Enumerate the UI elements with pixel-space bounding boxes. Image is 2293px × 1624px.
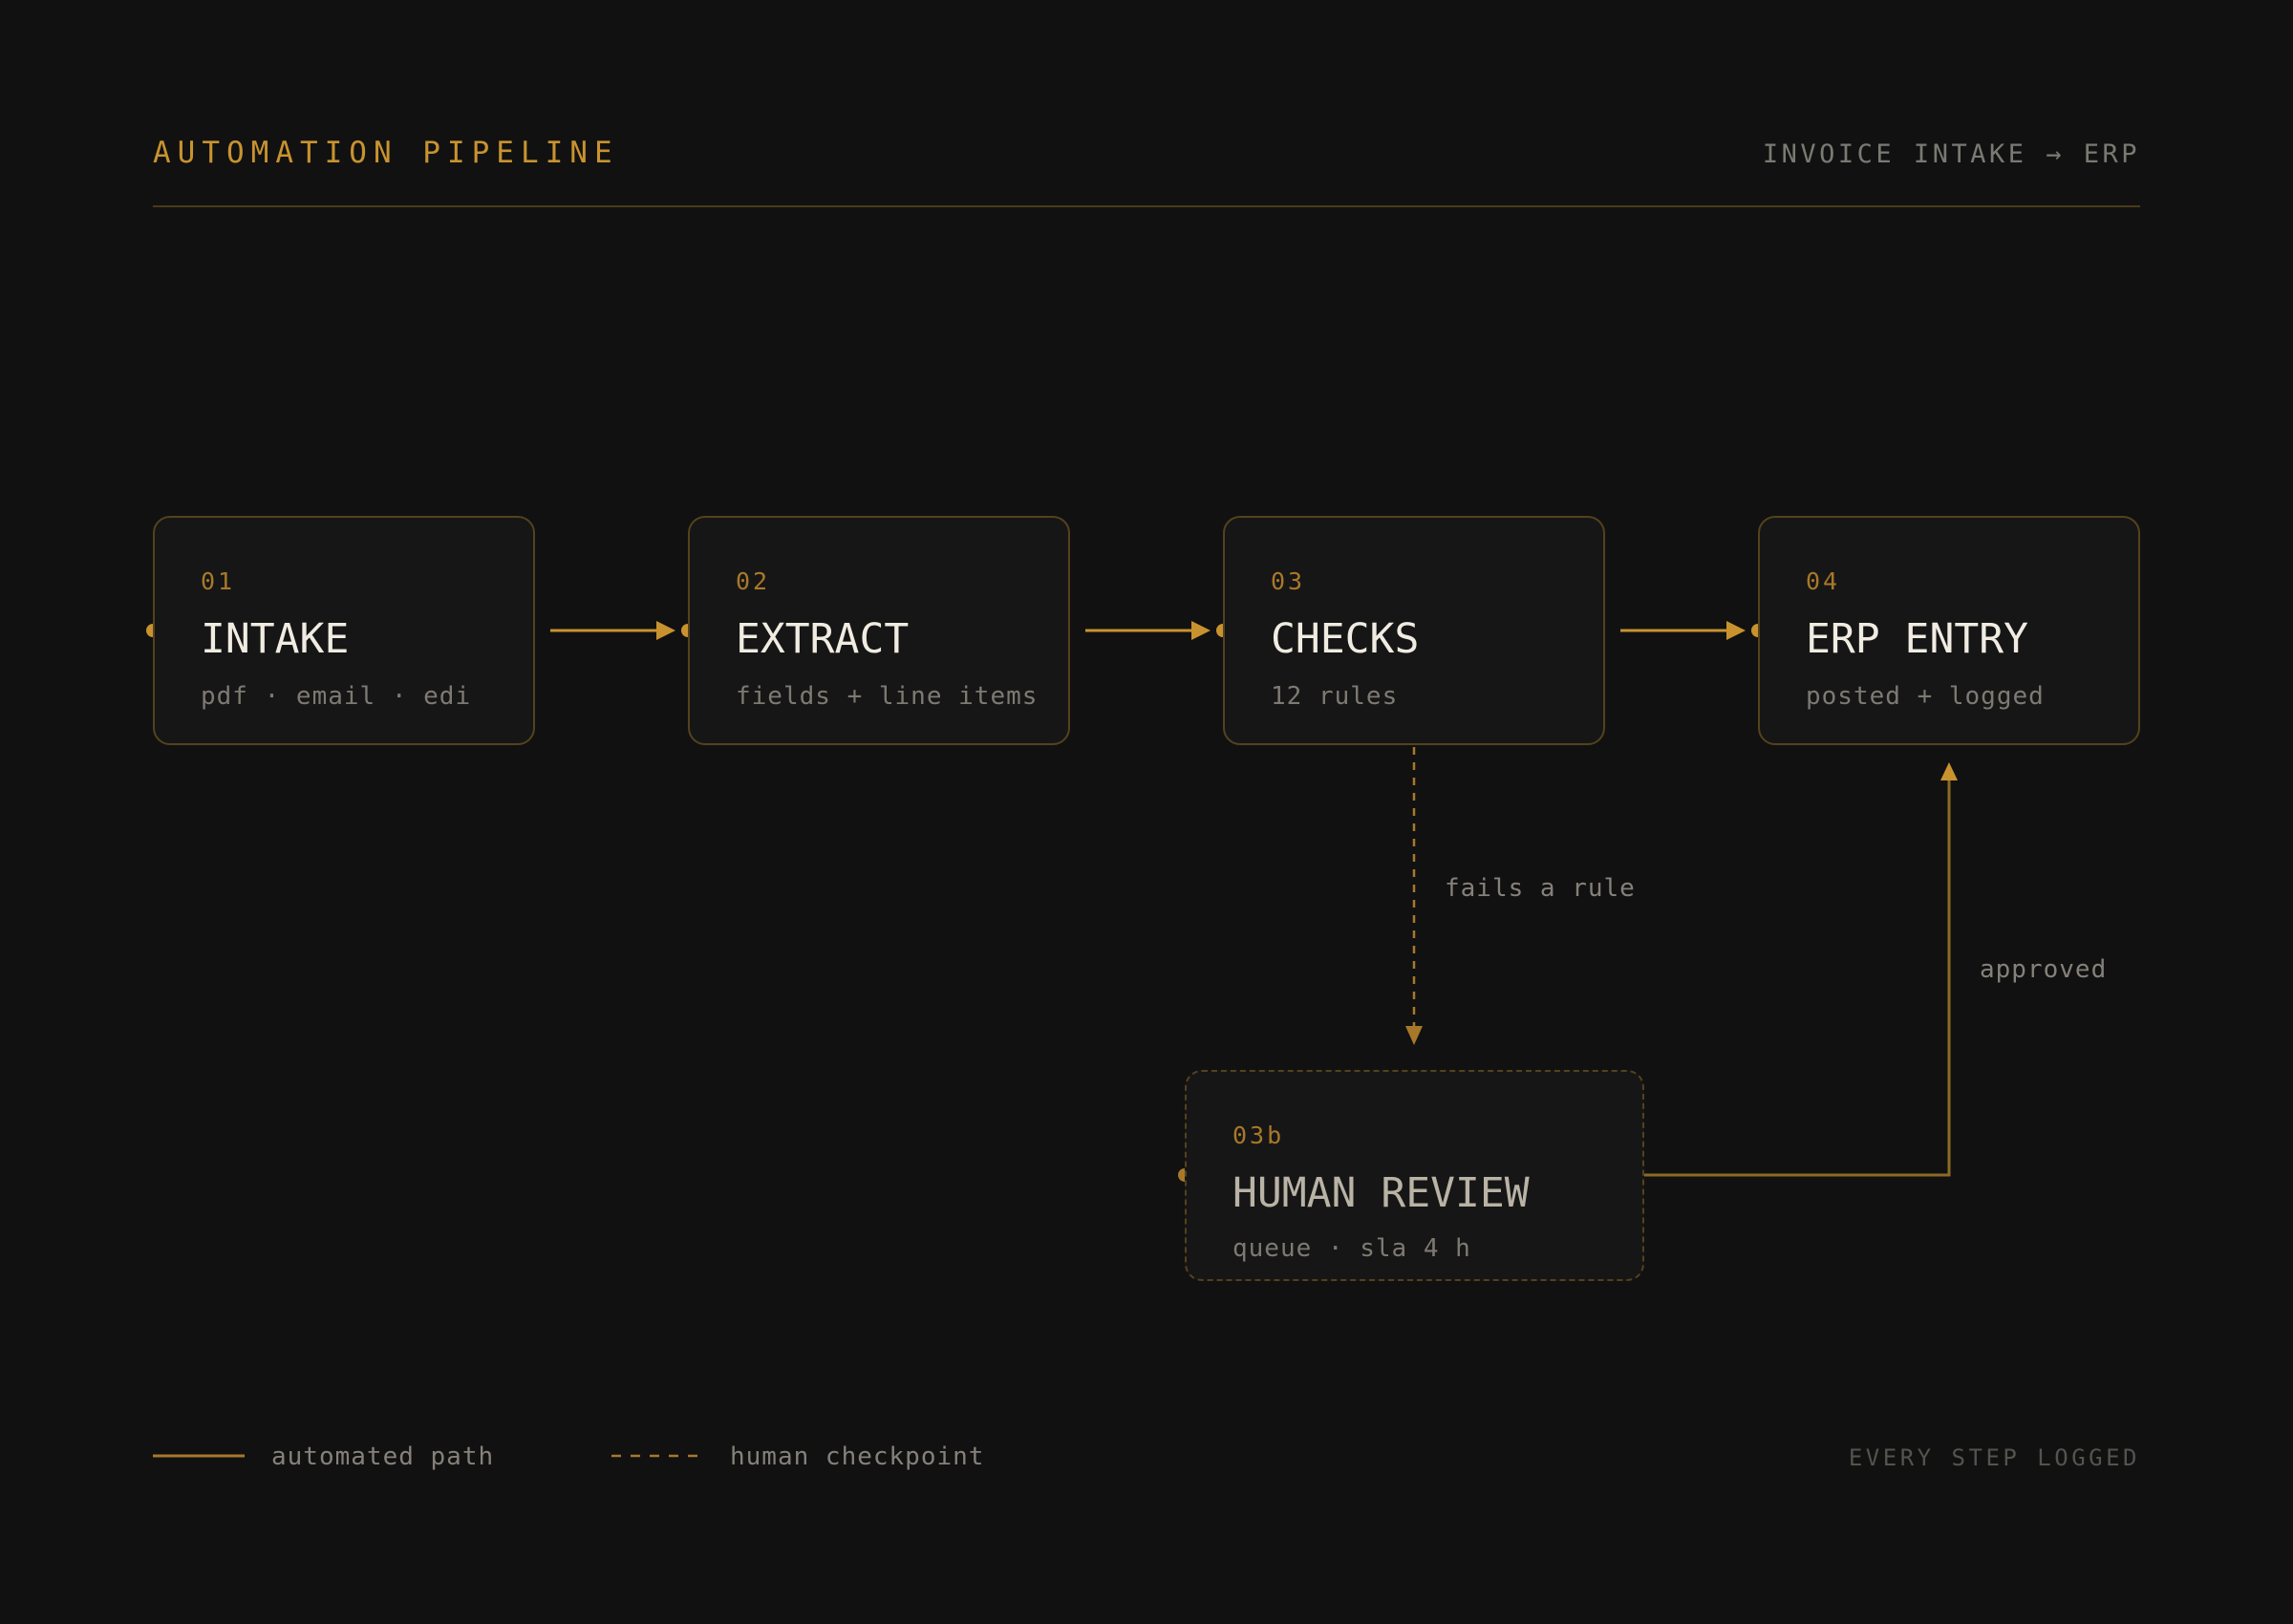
node-number: 01 xyxy=(201,567,236,595)
edge-review-to-erp xyxy=(1644,762,1958,1177)
edge-checks-to-review xyxy=(1405,747,1423,1045)
node-title: EXTRACT xyxy=(736,615,910,663)
node-title: HUMAN REVIEW xyxy=(1232,1169,1530,1217)
legend-automated-path: automated path xyxy=(271,1442,495,1471)
node-description: posted + logged xyxy=(1806,682,2045,711)
edge-extract-to-checks xyxy=(1085,621,1211,640)
node-erp-entry[interactable]: 04 ERP ENTRY posted + logged xyxy=(1758,516,2140,745)
node-description: fields + line items xyxy=(736,682,1039,711)
node-human-review[interactable]: 03b HUMAN REVIEW queue · sla 4 h xyxy=(1185,1070,1644,1281)
node-number: 03 xyxy=(1271,567,1306,595)
node-extract[interactable]: 02 EXTRACT fields + line items xyxy=(688,516,1070,745)
node-number: 02 xyxy=(736,567,771,595)
node-checks[interactable]: 03 CHECKS 12 rules xyxy=(1223,516,1605,745)
edge-label-approved: approved xyxy=(1980,955,2108,984)
node-title: ERP ENTRY xyxy=(1806,615,2028,663)
node-number: 03b xyxy=(1232,1122,1285,1149)
node-title: CHECKS xyxy=(1271,615,1420,663)
edge-label-fails-a-rule: fails a rule xyxy=(1445,874,1636,903)
node-description: 12 rules xyxy=(1271,682,1399,711)
node-number: 04 xyxy=(1806,567,1841,595)
pipeline-diagram: AUTOMATION PIPELINE INVOICE INTAKE → ERP xyxy=(0,0,2293,1624)
edge-intake-to-extract xyxy=(550,621,675,640)
node-title: INTAKE xyxy=(201,615,350,663)
edge-checks-to-erp xyxy=(1620,621,1746,640)
node-description: pdf · email · edi xyxy=(201,682,472,711)
footer-note: EVERY STEP LOGGED xyxy=(1848,1444,2140,1471)
legend-human-checkpoint: human checkpoint xyxy=(730,1442,985,1471)
connectors-layer xyxy=(146,621,1958,1458)
node-intake[interactable]: 01 INTAKE pdf · email · edi xyxy=(153,516,535,745)
node-description: queue · sla 4 h xyxy=(1232,1234,1471,1263)
